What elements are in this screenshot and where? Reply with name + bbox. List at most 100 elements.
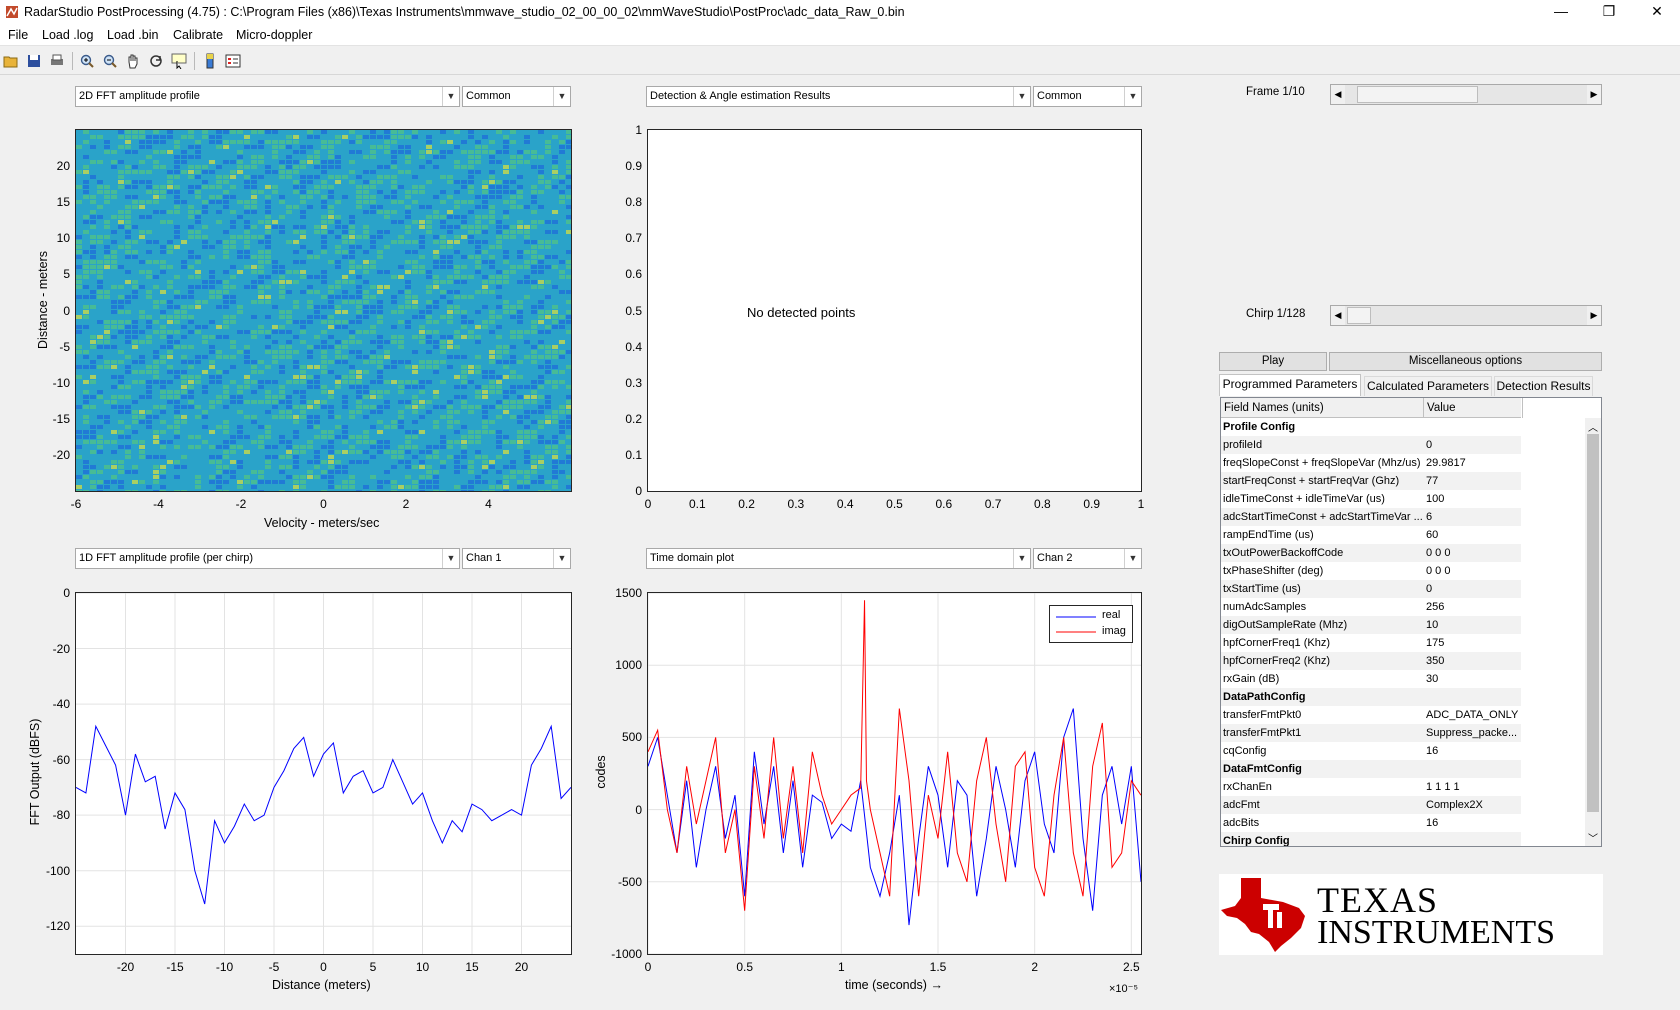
chirp-slider[interactable]: ◀ ▶ xyxy=(1330,305,1602,326)
play-button[interactable]: Play xyxy=(1219,352,1327,371)
close-button[interactable]: ✕ xyxy=(1634,0,1680,25)
menu-file[interactable]: File xyxy=(8,28,28,42)
menu-load-bin[interactable]: Load .bin xyxy=(107,28,158,42)
table-row[interactable]: idleTimeConst + idleTimeVar (us) 100 xyxy=(1221,490,1521,508)
value-cell[interactable]: 10 xyxy=(1424,616,1520,634)
chirp-slider-thumb[interactable] xyxy=(1346,307,1371,324)
table-row[interactable]: txOutPowerBackoffCode 0 0 0 xyxy=(1221,544,1521,562)
table-row[interactable]: DataPathConfig xyxy=(1221,688,1521,706)
panel-bl-plot-select[interactable]: 1D FFT amplitude profile (per chirp) ▼ xyxy=(75,548,460,569)
table-row[interactable]: hpfCornerFreq2 (Khz) 350 xyxy=(1221,652,1521,670)
value-cell[interactable]: 30 xyxy=(1424,670,1520,688)
table-row[interactable]: Chirp Config xyxy=(1221,832,1521,846)
table-row[interactable]: DataFmtConfig xyxy=(1221,760,1521,778)
frame-slider[interactable]: ◀ ▶ xyxy=(1330,84,1602,105)
chevron-left-icon[interactable]: ◀ xyxy=(1331,306,1345,325)
table-row[interactable]: startFreqConst + startFreqVar (Ghz) 77 xyxy=(1221,472,1521,490)
value-cell[interactable]: 256 xyxy=(1424,598,1520,616)
value-cell[interactable]: 0 xyxy=(1424,436,1520,454)
restore-button[interactable]: ❐ xyxy=(1586,0,1632,25)
value-cell[interactable]: 16 xyxy=(1424,814,1520,832)
table-row[interactable]: adcBits 16 xyxy=(1221,814,1521,832)
detection-plot[interactable]: No detected points xyxy=(647,129,1142,492)
heatmap-cell xyxy=(440,460,446,464)
table-row[interactable]: adcFmt Complex2X xyxy=(1221,796,1521,814)
colorbar-icon[interactable] xyxy=(200,51,220,71)
table-row[interactable]: freqSlopeConst + freqSlopeVar (Mhz/us) 29… xyxy=(1221,454,1521,472)
panel-br-mode-select[interactable]: Chan 2 ▼ xyxy=(1033,548,1142,569)
fft-profile-plot[interactable] xyxy=(75,592,572,955)
frame-slider-thumb[interactable] xyxy=(1357,86,1479,103)
chevron-left-icon[interactable]: ◀ xyxy=(1331,85,1345,104)
table-row[interactable]: txStartTime (us) 0 xyxy=(1221,580,1521,598)
table-row[interactable]: profileId 0 xyxy=(1221,436,1521,454)
range-doppler-heatmap[interactable] xyxy=(75,129,572,492)
panel-tr-plot-select[interactable]: Detection & Angle estimation Results ▼ xyxy=(646,86,1031,107)
table-row[interactable]: transferFmtPkt1 Suppress_packe... xyxy=(1221,724,1521,742)
scrollbar-thumb[interactable] xyxy=(1587,434,1599,812)
value-cell[interactable]: 0 0 0 xyxy=(1424,562,1520,580)
heatmap-cell xyxy=(111,440,117,444)
table-row[interactable]: hpfCornerFreq1 (Khz) 175 xyxy=(1221,634,1521,652)
value-cell[interactable]: 1 1 1 1 xyxy=(1424,778,1520,796)
value-cell[interactable]: 175 xyxy=(1424,634,1520,652)
value-cell[interactable]: 16 xyxy=(1424,742,1520,760)
chevron-down-icon[interactable]: ﹀ xyxy=(1588,830,1598,845)
col-header-value[interactable]: Value xyxy=(1427,398,1523,418)
data-cursor-icon[interactable] xyxy=(169,51,189,71)
table-row[interactable]: cqConfig 16 xyxy=(1221,742,1521,760)
tab-calculated-parameters[interactable]: Calculated Parameters xyxy=(1364,376,1492,396)
time-domain-plot[interactable]: real imag xyxy=(647,592,1142,955)
panel-tl-plot-select[interactable]: 2D FFT amplitude profile ▼ xyxy=(75,86,460,107)
table-row[interactable]: rxGain (dB) 30 xyxy=(1221,670,1521,688)
heatmap-cell xyxy=(398,420,404,424)
heatmap-cell xyxy=(174,430,180,434)
table-row[interactable]: rampEndTime (us) 60 xyxy=(1221,526,1521,544)
table-row[interactable]: digOutSampleRate (Mhz) 10 xyxy=(1221,616,1521,634)
table-row[interactable]: transferFmtPkt0 ADC_DATA_ONLY xyxy=(1221,706,1521,724)
misc-options-button[interactable]: Miscellaneous options xyxy=(1329,352,1602,371)
heatmap-cell xyxy=(132,490,138,491)
value-cell[interactable]: 6 xyxy=(1424,508,1520,526)
table-row[interactable]: numAdcSamples 256 xyxy=(1221,598,1521,616)
menu-micro-doppler[interactable]: Micro-doppler xyxy=(236,28,312,42)
panel-tr-mode-select[interactable]: Common ▼ xyxy=(1033,86,1142,107)
rotate-icon[interactable] xyxy=(146,51,166,71)
chevron-right-icon[interactable]: ▶ xyxy=(1587,306,1601,325)
menu-load-log[interactable]: Load .log xyxy=(42,28,93,42)
value-cell[interactable]: 77 xyxy=(1424,472,1520,490)
zoom-out-icon[interactable] xyxy=(100,51,120,71)
print-icon[interactable] xyxy=(47,51,67,71)
panel-tl-mode-select[interactable]: Common ▼ xyxy=(462,86,571,107)
menu-calibrate[interactable]: Calibrate xyxy=(173,28,223,42)
table-row[interactable]: adcStartTimeConst + adcStartTimeVar ... 6 xyxy=(1221,508,1521,526)
value-cell[interactable]: 60 xyxy=(1424,526,1520,544)
open-icon[interactable] xyxy=(1,51,21,71)
chevron-right-icon[interactable]: ▶ xyxy=(1587,85,1601,104)
panel-bl-mode-select[interactable]: Chan 1 ▼ xyxy=(462,548,571,569)
table-scrollbar[interactable]: ︿ ﹀ xyxy=(1585,418,1601,846)
chevron-up-icon[interactable]: ︿ xyxy=(1588,419,1598,434)
parameters-table[interactable]: Field Names (units) Value Profile Config… xyxy=(1220,397,1602,847)
heatmap-cell xyxy=(181,390,187,394)
value-cell[interactable]: 0 xyxy=(1424,580,1520,598)
value-cell[interactable]: Complex2X xyxy=(1424,796,1520,814)
tab-programmed-parameters[interactable]: Programmed Parameters xyxy=(1219,374,1361,396)
value-cell[interactable]: 0 0 0 xyxy=(1424,544,1520,562)
zoom-in-icon[interactable] xyxy=(77,51,97,71)
legend-icon[interactable] xyxy=(223,51,243,71)
value-cell[interactable]: 350 xyxy=(1424,652,1520,670)
col-header-field-names[interactable]: Field Names (units) xyxy=(1224,398,1424,418)
pan-icon[interactable] xyxy=(123,51,143,71)
minimize-button[interactable]: — xyxy=(1538,0,1584,25)
value-cell[interactable]: 100 xyxy=(1424,490,1520,508)
value-cell[interactable]: Suppress_packe... xyxy=(1424,724,1520,742)
table-row[interactable]: rxChanEn 1 1 1 1 xyxy=(1221,778,1521,796)
value-cell[interactable]: ADC_DATA_ONLY xyxy=(1424,706,1520,724)
tab-detection-results[interactable]: Detection Results xyxy=(1494,376,1593,396)
panel-br-plot-select[interactable]: Time domain plot ▼ xyxy=(646,548,1031,569)
value-cell[interactable]: 29.9817 xyxy=(1424,454,1520,472)
save-icon[interactable] xyxy=(24,51,44,71)
table-row[interactable]: txPhaseShifter (deg) 0 0 0 xyxy=(1221,562,1521,580)
table-row[interactable]: Profile Config xyxy=(1221,418,1521,436)
